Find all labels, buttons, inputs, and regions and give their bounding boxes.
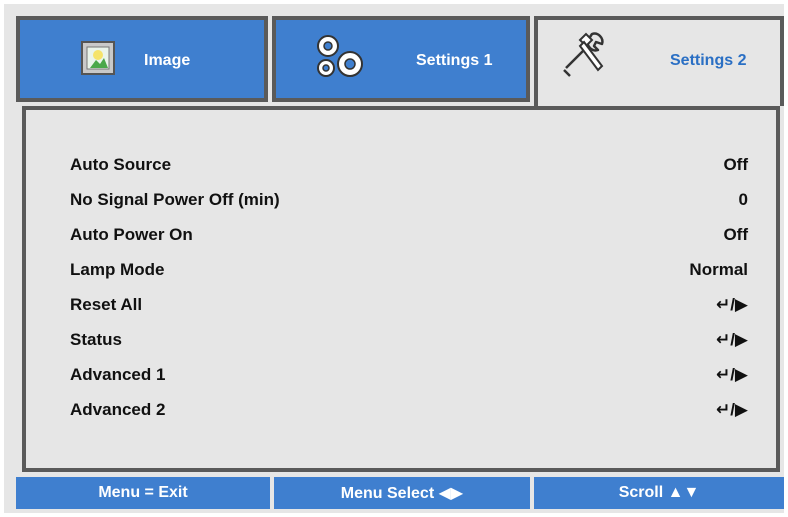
footer-exit-hint: Menu = Exit [16, 477, 270, 509]
menu-item-advanced-2[interactable]: Advanced 2 ↵/▶ [70, 395, 748, 425]
menu-item-label: Auto Power On [70, 225, 193, 244]
enter-arrow-icon: ↵/▶ [715, 400, 748, 419]
menu-item-lamp-mode[interactable]: Lamp Mode Normal [70, 255, 748, 285]
footer-scroll-label: Scroll ▲▼ [618, 484, 700, 501]
menu-item-value: Off [723, 225, 748, 244]
enter-arrow-icon: ↵/▶ [715, 330, 748, 349]
menu-item-advanced-1[interactable]: Advanced 1 ↵/▶ [70, 360, 748, 390]
osd-menu: Image Settings 1 Settings 2 Auto Source … [4, 4, 784, 513]
menu-item-value: Normal [689, 260, 748, 279]
menu-item-status[interactable]: Status ↵/▶ [70, 325, 748, 355]
footer-select-hint: Menu Select ◀▶ [274, 477, 530, 509]
menu-item-label: No Signal Power Off (min) [70, 190, 280, 209]
tab-image-label: Image [144, 52, 191, 69]
image-icon [81, 41, 115, 75]
tab-image[interactable]: Image [16, 16, 268, 102]
menu-item-reset-all[interactable]: Reset All ↵/▶ [70, 290, 748, 320]
footer-select-label: Menu Select ◀▶ [340, 485, 464, 502]
tab-settings-2-label: Settings 2 [670, 52, 747, 69]
footer-exit-label: Menu = Exit [98, 484, 188, 501]
menu-item-label: Auto Source [70, 155, 172, 174]
enter-arrow-icon: ↵/▶ [715, 295, 748, 314]
tab-settings-1[interactable]: Settings 1 [272, 16, 530, 102]
menu-item-label: Lamp Mode [70, 260, 165, 279]
tools-icon [563, 32, 604, 77]
menu-item-label: Advanced 1 [70, 365, 166, 384]
menu-item-auto-source[interactable]: Auto Source Off [70, 150, 748, 180]
settings-panel: Auto Source Off No Signal Power Off (min… [22, 106, 780, 472]
menu-item-auto-power-on[interactable]: Auto Power On Off [70, 220, 748, 250]
footer-scroll-hint: Scroll ▲▼ [534, 477, 784, 509]
menu-item-value: Off [723, 155, 748, 174]
tab-settings-2[interactable]: Settings 2 [534, 16, 784, 106]
menu-item-label: Reset All [70, 295, 143, 314]
tab-settings-1-label: Settings 1 [416, 52, 493, 69]
menu-item-value: 0 [738, 190, 748, 209]
menu-item-label: Advanced 2 [70, 400, 166, 419]
enter-arrow-icon: ↵/▶ [715, 365, 748, 384]
gears-icon [317, 35, 363, 77]
menu-item-label: Status [70, 330, 122, 349]
menu-item-no-signal-power-off[interactable]: No Signal Power Off (min) 0 [70, 185, 748, 215]
